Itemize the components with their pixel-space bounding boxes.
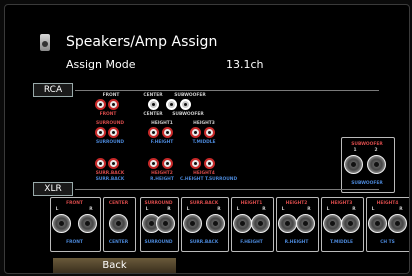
xlr-subwoofer-top-label: SUBWOOFER — [351, 142, 383, 147]
xlr-left-jack — [183, 214, 202, 233]
xlr-right-mark: R — [217, 207, 221, 212]
xlr-group-bottom-label: R.HEIGHT — [284, 240, 309, 245]
rca-height4-bottom-label: C.HEIGHT T.SURROUND — [180, 177, 238, 182]
xlr-right-mark: R — [167, 207, 171, 212]
rca-surround-left-jack — [95, 127, 106, 138]
xlr-left-jack — [52, 214, 71, 233]
xlr-right-jack — [388, 214, 407, 233]
rca-height4-top-label: HEIGHT4 — [193, 171, 215, 176]
rca-center-bottom-label: CENTER — [143, 112, 163, 117]
xlr-right-jack — [78, 214, 97, 233]
xlr-right-mark: R — [262, 207, 266, 212]
xlr-group-bottom-label: SURROUND — [144, 240, 173, 245]
back-button[interactable]: Back — [53, 258, 176, 273]
rca-height2-right-jack — [162, 158, 173, 169]
xlr-right-mark: R — [307, 207, 311, 212]
xlr-left-jack — [323, 214, 342, 233]
xlr-group-top-label: HEIGHT3 — [330, 201, 353, 206]
rca-height1-left-jack — [148, 127, 159, 138]
xlr-group-bottom-label: SURR.BACK — [189, 240, 219, 245]
xlr-group-top-label: CENTER — [108, 201, 129, 206]
xlr-left-mark: L — [281, 207, 285, 212]
rca-surround-right-jack — [108, 127, 119, 138]
rca-surrback-top-label: SURR.BACK — [95, 171, 125, 176]
speaker-icon — [40, 34, 50, 51]
rca-height3-right-jack — [204, 127, 215, 138]
xlr-subwoofer-1-mark: 1 — [353, 148, 357, 153]
rca-height3-left-jack — [190, 127, 201, 138]
rca-subwoofer-2-jack — [180, 99, 191, 110]
xlr-subwoofer-2-mark: 2 — [374, 148, 378, 153]
xlr-group-bottom-label: CH TS — [380, 240, 395, 245]
xlr-group-top-label: SURROUND — [144, 201, 173, 206]
xlr-left-jack — [233, 214, 252, 233]
page-title: Speakers/Amp Assign — [66, 34, 218, 50]
xlr-right-jack — [296, 214, 315, 233]
xlr-left-mark: L — [186, 207, 190, 212]
xlr-separator — [75, 189, 379, 190]
rca-height4-left-jack — [190, 158, 201, 169]
rca-surround-bottom-label: SURROUND — [95, 140, 125, 145]
rca-tag: RCA — [33, 83, 73, 97]
xlr-left-mark: L — [55, 207, 59, 212]
xlr-left-mark: L — [145, 207, 149, 212]
xlr-jack — [109, 214, 128, 233]
xlr-group-top-label: FRONT — [66, 201, 83, 206]
xlr-left-mark: L — [326, 207, 330, 212]
rca-surrback-bottom-label: SURR.BACK — [95, 177, 125, 182]
xlr-left-jack — [368, 214, 387, 233]
rca-front-top-label: FRONT — [102, 93, 120, 98]
xlr-group-bottom-label: T.MIDDLE — [329, 240, 354, 245]
rca-center-top-label: CENTER — [143, 93, 163, 98]
assign-mode-label: Assign Mode — [66, 58, 136, 71]
rca-subwoofer-1-jack — [166, 99, 177, 110]
xlr-right-jack — [206, 214, 225, 233]
rca-front-bottom-label: FRONT — [99, 112, 117, 117]
xlr-right-mark: R — [89, 207, 93, 212]
xlr-subwoofer-1-jack — [344, 155, 363, 174]
xlr-group-top-label: HEIGHT2 — [285, 201, 308, 206]
xlr-left-mark: L — [236, 207, 240, 212]
rca-front-right-jack — [108, 99, 119, 110]
rca-subwoofer-bottom-label: SUBWOOFER — [172, 112, 204, 117]
xlr-group-top-label: SURR.BACK — [189, 201, 219, 206]
rca-center-jack — [148, 99, 159, 110]
xlr-group-top-label: HEIGHT4 — [376, 201, 399, 206]
xlr-group-bottom-label: CENTER — [108, 240, 129, 245]
rca-surround-top-label: SURROUND — [95, 121, 125, 126]
xlr-right-mark: R — [399, 207, 403, 212]
rca-height4-right-jack — [204, 158, 215, 169]
rca-height2-left-jack — [148, 158, 159, 169]
xlr-right-jack — [251, 214, 270, 233]
rca-surrback-right-jack — [108, 158, 119, 169]
rca-height1-right-jack — [162, 127, 173, 138]
assign-mode-value: 13.1ch — [226, 58, 264, 71]
rca-subwoofer-top-label: SUBWOOFER — [174, 93, 206, 98]
xlr-subwoofer-2-jack — [367, 155, 386, 174]
assign-screen: Speakers/Amp Assign Assign Mode 13.1ch R… — [4, 4, 410, 274]
xlr-tag: XLR — [33, 182, 73, 196]
xlr-group-bottom-label: FRONT — [66, 240, 83, 245]
rca-height3-top-label: HEIGHT3 — [193, 121, 215, 126]
rca-height1-bottom-label: F.HEIGHT — [150, 140, 174, 145]
rca-separator — [75, 90, 379, 91]
rca-height3-bottom-label: T.MIDDLE — [192, 140, 216, 145]
xlr-left-mark: L — [371, 207, 375, 212]
xlr-group-top-label: HEIGHT1 — [240, 201, 263, 206]
xlr-left-jack — [278, 214, 297, 233]
rca-surrback-left-jack — [95, 158, 106, 169]
rca-height1-top-label: HEIGHT1 — [151, 121, 173, 126]
rca-height2-top-label: HEIGHT2 — [151, 171, 173, 176]
rca-height2-bottom-label: R.HEIGHT — [150, 177, 174, 182]
rca-front-left-jack — [95, 99, 106, 110]
xlr-subwoofer-bottom-label: SUBWOOFER — [351, 181, 383, 186]
xlr-group-bottom-label: F.HEIGHT — [240, 240, 263, 245]
xlr-right-jack — [156, 214, 175, 233]
xlr-right-mark: R — [352, 207, 356, 212]
xlr-right-jack — [341, 214, 360, 233]
